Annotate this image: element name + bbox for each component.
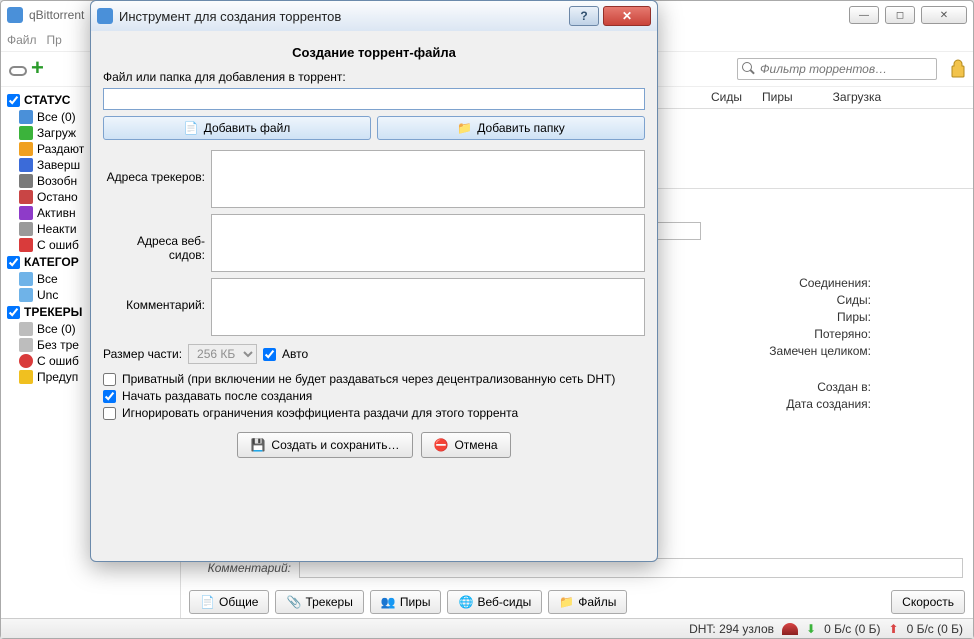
col-peers[interactable]: Пиры: [752, 87, 803, 108]
download-icon: ⬇: [806, 622, 816, 636]
webseeds-textarea[interactable]: [211, 214, 645, 272]
label-wasted: Потеряно:: [721, 327, 871, 341]
cancel-icon: ⛔: [434, 438, 449, 452]
lock-icon[interactable]: [949, 58, 967, 80]
piece-label: Размер части:: [103, 347, 182, 361]
piece-size-select[interactable]: 256 КБ: [188, 344, 257, 364]
speedometer-icon[interactable]: [782, 623, 798, 635]
webseeds-label: Адреса веб-сидов:: [103, 214, 211, 262]
categories-toggle[interactable]: [7, 256, 20, 269]
auto-checkbox[interactable]: [263, 348, 276, 361]
tab-trackers[interactable]: 📎Трекеры: [275, 590, 363, 614]
menu-file[interactable]: Файл: [7, 33, 37, 47]
document-icon: 📄: [200, 595, 214, 609]
peers-icon: 👥: [381, 595, 395, 609]
minimize-button[interactable]: —: [849, 6, 879, 24]
trackers-toggle[interactable]: [7, 306, 20, 319]
ignore-ratio-checkbox[interactable]: [103, 407, 116, 420]
search-icon: [742, 62, 756, 76]
menu-edit[interactable]: Пр: [47, 33, 62, 47]
label-peers: Пиры:: [721, 310, 871, 324]
upload-icon: ⬆: [889, 622, 899, 636]
add-torrent-icon[interactable]: +: [31, 59, 51, 79]
trackers-textarea[interactable]: [211, 150, 645, 208]
add-file-button[interactable]: 📄 Добавить файл: [103, 116, 371, 140]
status-bar: DHT: 294 узлов ⬇ 0 Б/с (0 Б) ⬆ 0 Б/с (0 …: [1, 618, 973, 638]
error-icon: [19, 354, 33, 368]
folder-icon: 📁: [559, 595, 573, 609]
folder-icon: 📁: [457, 121, 471, 135]
private-checkbox[interactable]: [103, 373, 116, 386]
filter-input[interactable]: [760, 62, 932, 76]
tab-speed[interactable]: Скорость: [891, 590, 965, 614]
label-create-date: Дата создания:: [721, 397, 871, 411]
down-speed: 0 Б/с (0 Б): [824, 622, 880, 636]
folder-icon: [19, 288, 33, 302]
comment-label: Комментарий:: [191, 561, 291, 575]
tab-peers[interactable]: 👥Пиры: [370, 590, 442, 614]
app-icon: [7, 7, 23, 23]
tab-general[interactable]: 📄Общие: [189, 590, 269, 614]
seed-after-checkbox[interactable]: [103, 390, 116, 403]
help-button[interactable]: ?: [569, 6, 599, 26]
dialog-heading: Создание торрент-файла: [103, 45, 645, 60]
dialog-titlebar[interactable]: Инструмент для создания торрентов ? ✕: [91, 1, 657, 31]
create-save-button[interactable]: 💾 Создать и сохранить…: [237, 432, 412, 458]
path-input[interactable]: [103, 88, 645, 110]
filter-box[interactable]: [737, 58, 937, 80]
comment-label: Комментарий:: [103, 278, 211, 312]
globe-icon: 🌐: [458, 595, 472, 609]
close-button[interactable]: ✕: [921, 6, 967, 24]
dht-status: DHT: 294 узлов: [689, 622, 774, 636]
trackers-label: Адреса трекеров:: [103, 150, 211, 184]
ignore-ratio-label: Игнорировать ограничения коэффициента ра…: [122, 406, 518, 420]
col-download[interactable]: Загрузка: [823, 87, 892, 108]
add-folder-button[interactable]: 📁 Добавить папку: [377, 116, 645, 140]
folder-icon: [19, 272, 33, 286]
auto-label: Авто: [282, 347, 308, 361]
label-created-in: Создан в:: [721, 380, 871, 394]
col-seeds[interactable]: Сиды: [701, 87, 752, 108]
dialog-close-button[interactable]: ✕: [603, 6, 651, 26]
create-torrent-dialog: Инструмент для создания торрентов ? ✕ Со…: [90, 0, 658, 562]
tab-files[interactable]: 📁Файлы: [548, 590, 627, 614]
status-toggle[interactable]: [7, 94, 20, 107]
label-connections: Соединения:: [721, 276, 871, 290]
cancel-button[interactable]: ⛔ Отмена: [421, 432, 511, 458]
comment-textarea[interactable]: [211, 278, 645, 336]
maximize-button[interactable]: ◻: [885, 6, 915, 24]
label-seeds: Сиды:: [721, 293, 871, 307]
warning-icon: [19, 370, 33, 384]
seed-after-label: Начать раздавать после создания: [122, 389, 312, 403]
add-link-icon[interactable]: [7, 60, 25, 78]
tracker-icon: 📎: [286, 595, 300, 609]
dialog-title: Инструмент для создания торрентов: [119, 9, 569, 24]
path-label: Файл или папка для добавления в торрент:: [103, 70, 645, 84]
app-icon: [97, 8, 113, 24]
up-speed: 0 Б/с (0 Б): [907, 622, 963, 636]
save-icon: 💾: [250, 438, 265, 452]
label-seen: Замечен целиком:: [721, 344, 871, 358]
tabs-bar: 📄Общие 📎Трекеры 👥Пиры 🌐Веб-сиды 📁Файлы С…: [181, 586, 973, 618]
file-icon: 📄: [184, 121, 198, 135]
tab-webseeds[interactable]: 🌐Веб-сиды: [447, 590, 542, 614]
private-label: Приватный (при включении не будет раздав…: [122, 372, 615, 386]
